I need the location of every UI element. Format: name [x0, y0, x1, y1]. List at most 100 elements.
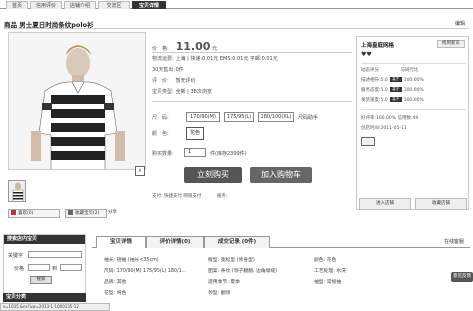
size-option-m[interactable]: 170/90(M) — [186, 112, 220, 122]
type-value: 全新 | 38次浏览 — [175, 89, 212, 95]
product-photo — [9, 33, 145, 169]
score-row: 服务态度:5.0 高于 100.00% — [361, 87, 424, 93]
good-rate: 好评率:100.00% 信用数:49 — [361, 116, 419, 121]
search-panel-title: 搜索店内宝贝 — [4, 235, 85, 244]
price-range-label: 价格 — [14, 266, 25, 272]
collect-label: 收藏宝贝 — [75, 211, 93, 216]
product-image[interactable] — [8, 32, 146, 170]
size-option-xl[interactable]: 180/100(XL) — [258, 112, 294, 122]
score-tag: 高于 — [389, 87, 402, 92]
score-label: 服务态度: — [361, 88, 381, 93]
attribute-item: 品牌: 其他 — [104, 280, 127, 285]
magnifier-icon[interactable]: ⌕ — [135, 166, 145, 176]
thumbnail-photo — [12, 182, 24, 201]
score-value: 5.0 — [380, 88, 388, 93]
stock-text: 件(库存2399件) — [210, 150, 247, 157]
attribute-item: 版型: 宽松型 (修身型) — [208, 258, 255, 263]
score-label: 发货速度: — [361, 98, 381, 103]
shop-name[interactable]: 上海皇庭网格 — [361, 41, 394, 49]
price-max-input[interactable] — [60, 264, 82, 271]
share-button[interactable]: 分享 — [108, 209, 146, 218]
tab-item-details[interactable]: 宝贝详情 — [96, 236, 146, 248]
score-pct: 100.00% — [403, 98, 424, 103]
star-icon — [68, 210, 73, 215]
buy-now-button[interactable]: 立刻购买 — [184, 167, 242, 183]
contact-badge[interactable]: 找到新东 — [437, 40, 465, 48]
qty-row-label: 购买数量: — [152, 150, 174, 157]
favorite-count: (0) — [27, 211, 34, 216]
attribute-item: 领型: 翻领 — [208, 291, 231, 296]
certificate-icon — [361, 137, 375, 146]
score-header-1: 动态评分 — [361, 68, 379, 73]
shipping-row: 物流运费: 上海 | 快递:0.01元 EMS:0.01元 平邮:0.01元 — [152, 55, 278, 62]
keyword-input[interactable] — [28, 251, 82, 258]
quantity-input[interactable]: 1 — [184, 148, 206, 157]
divider — [152, 101, 352, 102]
tab-shop-intro[interactable]: 店铺介绍 — [64, 1, 96, 9]
tab-reviews[interactable]: 评价详情(0) — [146, 236, 204, 248]
attribute-item: 颜色: 花色 — [314, 258, 337, 263]
attribute-item: 工艺处理: 水洗 — [314, 269, 346, 274]
stock-value: 件(库存2399件) — [210, 151, 247, 157]
color-row-label: 颜 色: — [152, 130, 174, 137]
service-label: 服务: — [216, 194, 228, 199]
tab-credit[interactable]: 信用评价 — [30, 1, 62, 9]
search-button[interactable]: 搜索 — [30, 276, 52, 284]
score-value: 5.0 — [380, 98, 388, 103]
shipping-label: 物流运费: — [152, 56, 174, 62]
attribute-item: 图案: 条纹 (领子翻翻, 边角缀缝) — [208, 269, 278, 274]
feedback-button[interactable]: 意见反馈 — [451, 272, 473, 282]
score-label: 描述相符: — [361, 78, 381, 83]
divider — [152, 52, 352, 53]
rating-label: 评 价: — [152, 78, 169, 84]
payment-methods: 支付: 快捷支付 网银支付 — [152, 194, 202, 199]
color-option[interactable]: 花色 — [186, 127, 204, 140]
collect-item-button[interactable]: 收藏宝贝(2) — [65, 209, 107, 218]
score-tag: 高于 — [389, 97, 402, 102]
thumbnail-image[interactable] — [8, 180, 26, 202]
attribute-item: 尺码: 170/90(M) 175/95(L) 180/1... — [104, 269, 187, 274]
shop-sidebar: 上海皇庭网格 找到新东 ♥♥ 动态评分 与同行比 描述相符:5.0 高于 100.0… — [356, 36, 469, 210]
tab-transactions[interactable]: 成交记录 (0件) — [204, 236, 270, 248]
tab-forum[interactable]: 交流区 — [98, 1, 130, 9]
rating-value[interactable]: 暂无评价 — [176, 78, 196, 84]
payment-row: 支付: 快捷支付 网银支付 服务: — [152, 193, 227, 199]
shipping-value: 上海 | 快递:0.01元 EMS:0.01元 平邮:0.01元 — [175, 56, 278, 62]
score-pct: 100.00% — [403, 78, 424, 83]
collect-shop-button[interactable]: 收藏店铺 — [415, 198, 467, 210]
score-header-2: 与同行比 — [400, 68, 419, 73]
edit-link[interactable]: 编辑 — [455, 20, 465, 27]
price-label: 价 格: — [152, 46, 169, 52]
sales-row: 30天售出: 0件 — [152, 66, 184, 73]
price-min-input[interactable] — [28, 264, 50, 271]
type-label: 宝贝类型: — [152, 89, 174, 95]
collect-count: (2) — [93, 211, 100, 216]
tab-home[interactable]: 首页 — [6, 1, 28, 9]
enter-shop-button[interactable]: 进入店铺 — [359, 198, 411, 210]
size-row-label: 尺 码: — [152, 114, 174, 121]
size-helper-link[interactable]: 尺码助手 — [298, 114, 318, 121]
online-service-link[interactable]: 在线客服 — [444, 238, 464, 245]
score-header: 动态评分 与同行比 — [361, 67, 418, 73]
type-row: 宝贝类型: 全新 | 38次浏览 — [152, 88, 212, 95]
credit-hearts-icon: ♥♥ — [361, 51, 372, 58]
score-value: 5.0 — [380, 78, 388, 83]
shop-since: 创店时间:2011-05-11 — [361, 126, 407, 131]
keyword-label: 关键字 — [8, 253, 24, 259]
status-bar: s=1035 &ns?uw=2013-1-1000135-12 — [0, 303, 110, 311]
attribute-item: 花型: 纯色 — [104, 291, 127, 296]
divider — [361, 63, 466, 64]
size-label: 尺 码: — [152, 115, 169, 121]
qty-label: 购买数量: — [152, 151, 174, 157]
heart-icon — [11, 210, 16, 215]
size-option-l[interactable]: 175/95(L) — [224, 112, 254, 122]
top-navigation: 首页 信用评价 店铺介绍 交流区 宝贝详情 — [0, 0, 473, 9]
score-row: 发货速度:5.0 高于 100.00% — [361, 97, 424, 103]
share-label: 分享 — [108, 210, 117, 215]
price-to-label: 到 — [52, 266, 58, 272]
sales-value: 0件 — [175, 67, 184, 73]
score-pct: 100.00% — [403, 88, 424, 93]
add-to-cart-button[interactable]: 加入购物车 — [250, 167, 312, 183]
tab-item-detail[interactable]: 宝贝详情 — [132, 1, 166, 9]
favorite-button[interactable]: 喜欢(0) — [8, 209, 60, 218]
